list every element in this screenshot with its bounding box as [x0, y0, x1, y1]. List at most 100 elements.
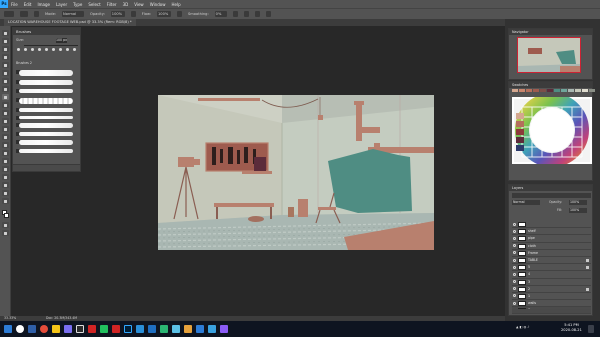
chrome-icon[interactable] [40, 325, 48, 333]
recent-brush-6[interactable] [52, 48, 55, 51]
layer-row[interactable]: Frame [512, 250, 591, 257]
system-tray-icons[interactable]: ▲ ◧ ◍ ♪ [516, 325, 529, 329]
document-canvas[interactable] [158, 95, 434, 250]
marquee-tool-icon[interactable] [2, 38, 9, 44]
pen-tool-icon[interactable] [2, 150, 9, 156]
app-icon[interactable] [64, 325, 72, 333]
windows-start-icon[interactable] [4, 325, 12, 333]
menu-view[interactable]: View [131, 2, 147, 7]
app-icon-6[interactable] [184, 325, 192, 333]
layer-row[interactable]: 2 [512, 286, 591, 293]
swatch[interactable] [547, 89, 553, 92]
recent-brush-4[interactable] [38, 48, 41, 51]
type-tool-icon[interactable] [2, 158, 9, 164]
menu-edit[interactable]: Edit [21, 2, 35, 7]
visibility-eye-icon[interactable] [513, 280, 516, 284]
brush-stroke-8[interactable] [19, 132, 73, 136]
pressure-size-icon[interactable] [254, 11, 260, 17]
app-icon-7[interactable] [196, 325, 204, 333]
layer-row[interactable]: cloth [512, 243, 591, 250]
app-icon-9[interactable] [220, 325, 228, 333]
more-tools-icon[interactable] [2, 198, 9, 204]
photoshop-taskbar-icon[interactable] [124, 325, 132, 333]
frame-tool-icon[interactable] [2, 70, 9, 76]
brush-stroke-6[interactable] [19, 116, 73, 119]
smoothing-options-gear-icon[interactable] [232, 11, 238, 17]
recent-brush-9[interactable] [73, 48, 76, 51]
menu-type[interactable]: Type [70, 2, 85, 7]
brush-tool-icon[interactable] [2, 94, 9, 100]
recent-brush-7[interactable] [59, 48, 62, 51]
file-explorer-icon[interactable] [52, 325, 60, 333]
taskbar-clock[interactable]: 5:41 PM 2020-08-21 [561, 323, 582, 333]
swatch[interactable] [575, 89, 581, 92]
brush-stroke-9[interactable] [19, 140, 73, 145]
layer-effects-icon[interactable] [586, 258, 589, 262]
visibility-eye-icon[interactable] [513, 244, 516, 248]
spotify-icon[interactable] [100, 325, 108, 333]
recent-brush-1[interactable] [17, 48, 20, 51]
smoothing-field[interactable]: 0% [214, 11, 227, 17]
recent-brush-5[interactable] [45, 48, 48, 51]
move-tool-icon[interactable] [2, 30, 9, 36]
menu-image[interactable]: Image [34, 2, 53, 7]
recent-brush-3[interactable] [31, 48, 34, 51]
blend-mode-dropdown[interactable]: Normal [512, 200, 540, 205]
path-select-tool-icon[interactable] [2, 166, 9, 172]
brush-size-field[interactable]: 100 px [56, 38, 67, 43]
layer-row[interactable]: TABLE [512, 257, 591, 265]
brush-group-label[interactable]: Brushes 2 [16, 61, 78, 65]
symmetry-icon[interactable] [265, 11, 271, 17]
app-icon-5[interactable] [172, 325, 180, 333]
screen-mode-icon[interactable] [2, 230, 9, 236]
visibility-eye-icon[interactable] [513, 272, 516, 276]
task-view-icon[interactable] [28, 325, 36, 333]
recent-brush-8[interactable] [66, 48, 69, 51]
eraser-tool-icon[interactable] [2, 118, 9, 124]
dodge-tool-icon[interactable] [2, 142, 9, 148]
visibility-eye-icon[interactable] [513, 229, 516, 233]
tool-preset-picker[interactable] [4, 11, 14, 17]
quick-mask-icon[interactable] [2, 222, 9, 228]
zoom-tool-icon[interactable] [2, 190, 9, 196]
search-icon[interactable] [16, 325, 24, 333]
layer-row[interactable]: 3 [512, 279, 591, 286]
brush-size-slider[interactable] [24, 45, 78, 46]
brush-stroke-3[interactable] [19, 89, 73, 93]
brush-settings-icon[interactable] [34, 11, 39, 17]
visibility-eye-icon[interactable] [513, 258, 516, 262]
layer-row[interactable]: 1 [512, 293, 591, 301]
swatch[interactable] [561, 89, 567, 92]
flow-field[interactable]: 100% [157, 11, 172, 17]
color-wheel-area[interactable] [512, 93, 592, 167]
visibility-eye-icon[interactable] [513, 287, 516, 291]
swatch[interactable] [589, 89, 595, 92]
swatch[interactable] [533, 89, 539, 92]
gradient-tool-icon[interactable] [2, 126, 9, 132]
brush-stroke-10[interactable] [19, 149, 73, 153]
visibility-eye-icon[interactable] [513, 222, 516, 226]
hand-tool-icon[interactable] [2, 182, 9, 188]
swatch[interactable] [554, 89, 560, 92]
menu-filter[interactable]: Filter [104, 2, 120, 7]
layer-row[interactable]: 5 [512, 264, 591, 272]
swatch[interactable] [526, 89, 532, 92]
menu-file[interactable]: File [8, 2, 21, 7]
brush-stroke-5[interactable] [19, 108, 73, 112]
obs-icon[interactable] [76, 325, 84, 333]
swatch[interactable] [519, 89, 525, 92]
healing-brush-tool-icon[interactable] [2, 86, 9, 92]
app-icon-8[interactable] [208, 325, 216, 333]
menu-select[interactable]: Select [85, 2, 103, 7]
navigator-thumbnail[interactable] [517, 37, 581, 73]
opacity-field[interactable]: 100% [110, 11, 125, 17]
layer-opacity-field[interactable]: 100% [569, 200, 587, 205]
angle-icon[interactable] [243, 11, 249, 17]
layer-effects-icon[interactable] [586, 266, 589, 270]
eyedropper-tool-icon[interactable] [2, 78, 9, 84]
menu-window[interactable]: Window [147, 2, 169, 7]
layer-row[interactable] [512, 221, 591, 229]
visibility-eye-icon[interactable] [513, 236, 516, 240]
layer-filter-bar[interactable] [512, 193, 591, 198]
menu-3d[interactable]: 3D [120, 2, 132, 7]
